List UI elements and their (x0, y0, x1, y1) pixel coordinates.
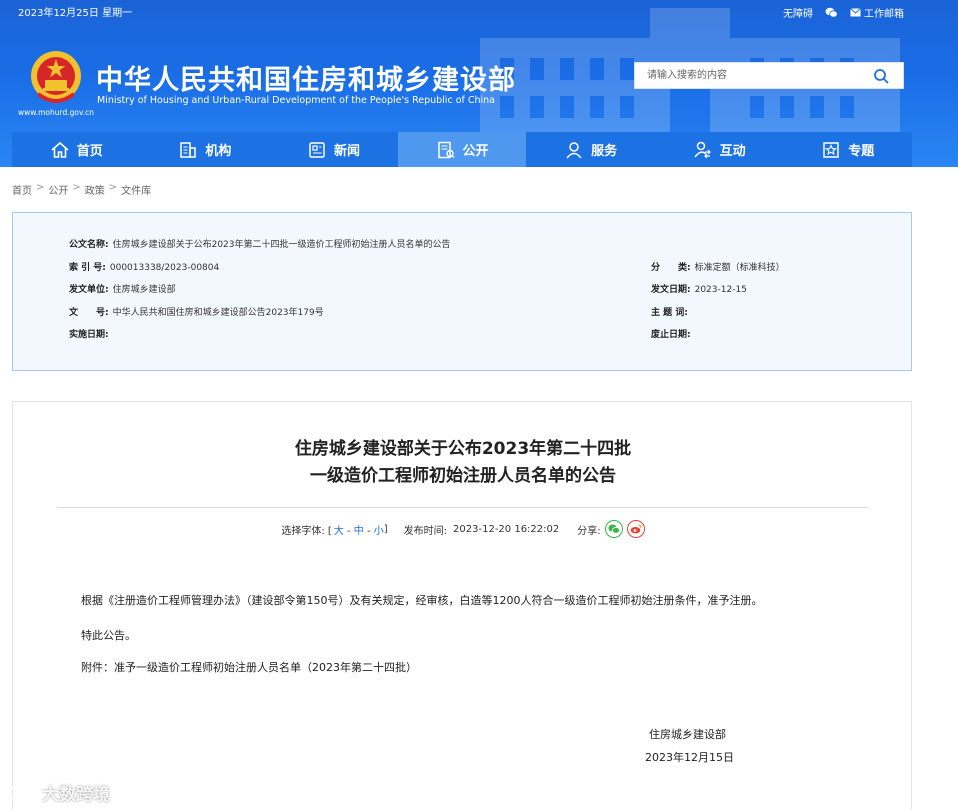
signature-date: 2023年12月15日 (645, 751, 734, 764)
info-label: 发文单位: (69, 285, 109, 295)
share-label: 分享: (577, 525, 601, 537)
share-weibo-icon[interactable] (626, 520, 645, 538)
nav-label: 新闻 (333, 144, 360, 159)
info-value: 2023-12-15 (694, 285, 747, 295)
info-value: 中华人民共和国住房和城乡建设部公告2023年179号 (112, 308, 324, 318)
article-title-line1: 住房城乡建设部关于公布2023年第二十四批 (294, 439, 632, 459)
home-icon (51, 141, 69, 158)
info-issuer: 发文单位: 住房城乡建设部 (69, 282, 176, 295)
info-label: 废止日期: (651, 330, 691, 340)
font-large-button[interactable]: 大 (334, 526, 344, 537)
info-effective-date: 实施日期: (69, 327, 113, 340)
topic-icon (823, 141, 839, 158)
font-medium-button[interactable]: 中 (354, 526, 364, 537)
info-label: 索 引 号: (69, 263, 106, 273)
info-index: 索 引 号: 000013338/2023-00804 (69, 260, 219, 273)
share-wechat-icon[interactable] (604, 520, 623, 538)
info-issue-date: 发文日期: 2023-12-15 (651, 282, 747, 295)
info-repeal-date: 废止日期: (651, 327, 695, 340)
info-doc-number: 文 号: 中华人民共和国住房和城乡建设部公告2023年179号 (69, 305, 324, 318)
nav-label: 首页 (76, 144, 103, 159)
work-mail-label: 工作邮箱 (864, 9, 904, 20)
nav-item-organization[interactable]: 机构 (141, 132, 270, 167)
signature-org: 住房城乡建设部 (649, 728, 726, 741)
nav-label: 专题 (848, 144, 875, 159)
info-label: 发文日期: (651, 285, 691, 295)
site-url: www.mohurd.gov.cn (18, 108, 95, 117)
publish-time: 2023-12-20 16:22:02 (453, 523, 560, 535)
breadcrumb-separator: > (72, 182, 81, 193)
nav-item-home[interactable]: 首页 (12, 132, 141, 167)
document-info-box: 公文名称: 住房城乡建设部关于公布2023年第二十四批一级造价工程师初始注册人员名… (12, 212, 912, 371)
site-title: 中华人民共和国住房和城乡建设部 (96, 65, 516, 96)
info-label: 主 题 词: (651, 308, 688, 318)
breadcrumb-disclosure[interactable]: 公开 (48, 182, 68, 197)
mail-icon (850, 8, 861, 17)
font-size-options: 大 - 中 - 小 (333, 525, 384, 537)
breadcrumb-separator: > (36, 182, 45, 193)
national-emblem-icon (31, 51, 81, 103)
font-small-button[interactable]: 小 (374, 526, 384, 537)
article-panel: 住房城乡建设部关于公布2023年第二十四批 一级造价工程师初始注册人员名单的公告… (12, 401, 912, 809)
search-icon[interactable] (873, 68, 889, 84)
nav-item-topic[interactable]: 专题 (783, 132, 912, 167)
info-doc-name: 公文名称: 住房城乡建设部关于公布2023年第二十四批一级造价工程师初始注册人员名… (69, 237, 451, 250)
accessibility-label: 无障碍 (783, 9, 813, 20)
news-icon (309, 141, 325, 158)
wechat-icon[interactable] (825, 7, 838, 18)
nav-item-disclosure[interactable]: 公开 (397, 132, 527, 167)
nav-item-news[interactable]: 新闻 (269, 132, 398, 167)
main-nav: 首页 机构 新闻 公开 服务 互动 专题 (12, 132, 912, 167)
title-divider (57, 507, 869, 508)
interaction-icon (694, 141, 711, 158)
article-paragraph: 特此公告。 (81, 629, 136, 642)
site-header: 2023年12月25日 星期一 无障碍 工作邮箱 中华人民共和国住房和城乡建设部… (0, 0, 958, 167)
nav-item-interaction[interactable]: 互动 (655, 132, 784, 167)
breadcrumb: 首页 > 公开 > 政策 > 文件库 (12, 182, 151, 197)
breadcrumb-library[interactable]: 文件库 (121, 182, 151, 197)
info-value: 标准定额（标准科技） (694, 263, 785, 273)
nav-label: 机构 (205, 144, 232, 159)
info-subject: 主 题 词: (651, 305, 692, 318)
font-size-close: ] (383, 523, 388, 535)
current-date: 2023年12月25日 星期一 (18, 8, 133, 19)
nav-label: 互动 (719, 144, 746, 159)
info-label: 公文名称: (69, 240, 109, 250)
breadcrumb-separator: > (108, 182, 118, 193)
building-icon (180, 141, 197, 158)
watermark-text: 大数跨境 (42, 785, 110, 805)
work-mail-link[interactable]: 工作邮箱 (850, 5, 904, 20)
nav-item-service[interactable]: 服务 (526, 132, 655, 167)
info-value: 住房城乡建设部 (112, 285, 176, 295)
article-paragraph: 根据《注册造价工程师管理办法》（建设部令第150号）及有关规定，经审核，白造等1… (81, 594, 763, 607)
info-value: 000013338/2023-00804 (109, 263, 220, 273)
service-icon (566, 141, 582, 158)
article-meta: 选择字体: [ 大 - 中 - 小 ] 发布时间: 2023-12-20 16:… (13, 520, 913, 538)
info-label: 文 号: (69, 308, 109, 318)
watermark-logo-icon (8, 786, 38, 799)
breadcrumb-policy[interactable]: 政策 (85, 182, 105, 197)
breadcrumb-home[interactable]: 首页 (12, 182, 32, 197)
info-category: 分 类: 标准定额（标准科技） (651, 260, 785, 273)
nav-label: 服务 (591, 144, 618, 159)
accessibility-link[interactable]: 无障碍 (783, 5, 813, 20)
info-label: 分 类: (651, 263, 691, 273)
watermark: 大数跨境 (8, 780, 110, 805)
search-input[interactable] (635, 63, 865, 88)
info-value: 住房城乡建设部关于公布2023年第二十四批一级造价工程师初始注册人员名单的公告 (112, 240, 451, 250)
disclosure-icon (437, 141, 455, 158)
font-size-label: 选择字体: [ (281, 525, 332, 537)
nav-label: 公开 (462, 144, 489, 159)
info-label: 实施日期: (69, 330, 109, 340)
topbar-links: 无障碍 工作邮箱 (783, 5, 904, 20)
attachment-link[interactable]: 附件：准予一级造价工程师初始注册人员名单（2023年第二十四批） (81, 659, 417, 675)
publish-time-label: 发布时间: (403, 525, 448, 537)
search-box (634, 62, 904, 89)
site-title-english: Ministry of Housing and Urban-Rural Deve… (97, 95, 496, 106)
article-title-line2: 一级造价工程师初始注册人员名单的公告 (310, 466, 616, 486)
